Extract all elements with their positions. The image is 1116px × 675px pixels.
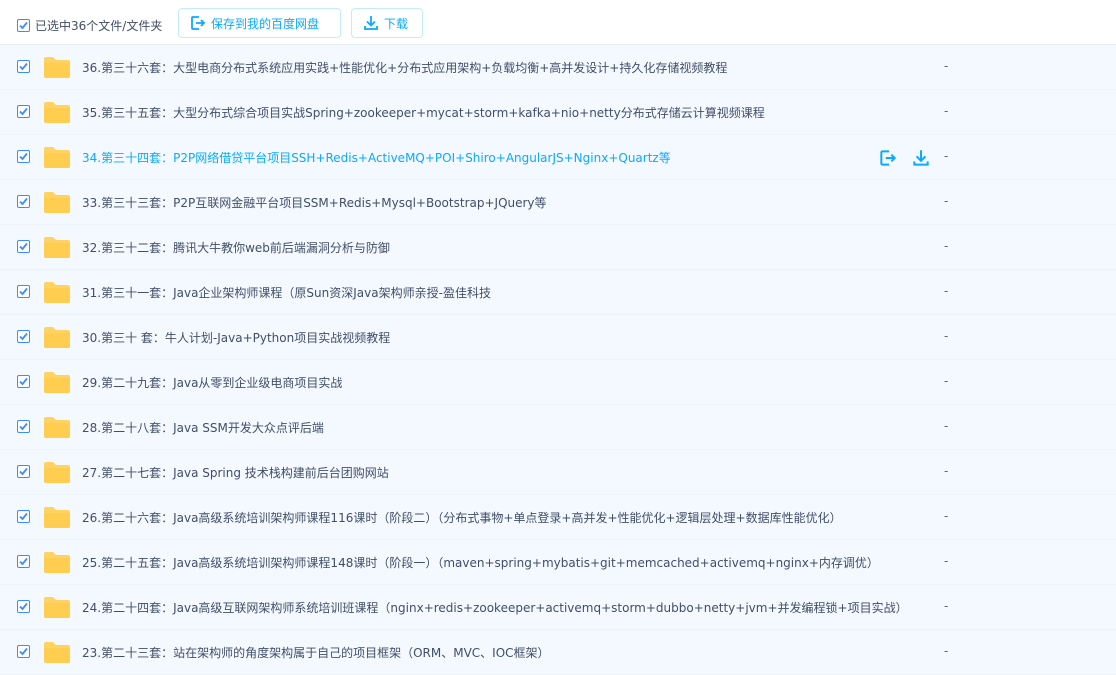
file-size: - — [944, 374, 949, 388]
row-actions — [878, 148, 938, 168]
file-checkbox[interactable] — [17, 330, 30, 343]
file-row[interactable]: 25.第二十五套：Java高级系统培训架构师课程148课时（阶段一）（maven… — [0, 540, 1116, 585]
download-button-label: 下载 — [384, 16, 409, 31]
file-name-link[interactable]: 35.第三十五套：大型分布式综合项目实战Spring+zookeeper+myc… — [82, 104, 765, 121]
file-checkbox[interactable] — [17, 465, 30, 478]
file-name-link[interactable]: 23.第二十三套：站在架构师的角度架构属于自己的项目框架（ORM、MVC、IOC… — [82, 644, 550, 661]
file-checkbox[interactable] — [17, 645, 30, 658]
check-icon — [19, 152, 28, 161]
select-all-checkbox[interactable] — [17, 19, 30, 32]
folder-icon — [44, 102, 70, 123]
folder-icon — [44, 327, 70, 348]
file-row[interactable]: 33.第三十三套：P2P互联网金融平台项目SSM+Redis+Mysql+Boo… — [0, 180, 1116, 225]
folder-icon — [44, 372, 70, 393]
save-to-disk-icon[interactable] — [878, 148, 898, 168]
check-icon — [19, 197, 28, 206]
folder-icon — [44, 57, 70, 78]
file-size: - — [944, 464, 949, 478]
check-icon — [19, 62, 28, 71]
folder-icon — [44, 462, 70, 483]
file-size: - — [944, 509, 949, 523]
save-to-netdisk-button[interactable]: 保存到我的百度网盘 — [178, 8, 341, 38]
file-checkbox[interactable] — [17, 600, 30, 613]
file-row[interactable]: 24.第二十四套：Java高级互联网架构师系统培训班课程（nginx+redis… — [0, 585, 1116, 630]
folder-icon — [44, 237, 70, 258]
folder-icon — [44, 642, 70, 663]
toolbar: 已选中36个文件/文件夹 保存到我的百度网盘 下载 — [0, 0, 1116, 44]
selection-count: 已选中36个文件/文件夹 — [35, 19, 163, 33]
check-icon — [19, 21, 28, 30]
file-row[interactable]: 29.第二十九套：Java从零到企业级电商项目实战 - — [0, 360, 1116, 405]
check-icon — [19, 377, 28, 386]
file-name-link[interactable]: 29.第二十九套：Java从零到企业级电商项目实战 — [82, 374, 342, 391]
file-name-link[interactable]: 32.第三十二套：腾讯大牛教你web前后端漏洞分析与防御 — [82, 239, 390, 256]
file-checkbox[interactable] — [17, 510, 30, 523]
folder-icon — [44, 597, 70, 618]
file-list: 36.第三十六套：大型电商分布式系统应用实践+性能优化+分布式应用架构+负载均衡… — [0, 44, 1116, 675]
folder-icon — [44, 507, 70, 528]
file-size: - — [944, 239, 949, 253]
file-checkbox[interactable] — [17, 150, 30, 163]
file-checkbox[interactable] — [17, 105, 30, 118]
file-name-link[interactable]: 28.第二十八套：Java SSM开发大众点评后端 — [82, 419, 324, 436]
file-checkbox[interactable] — [17, 285, 30, 298]
file-name-link[interactable]: 26.第二十六套：Java高级系统培训架构师课程116课时（阶段二）（分布式事物… — [82, 509, 842, 526]
check-icon — [19, 242, 28, 251]
file-row[interactable]: 35.第三十五套：大型分布式综合项目实战Spring+zookeeper+myc… — [0, 90, 1116, 135]
file-size: - — [944, 284, 949, 298]
file-name-link[interactable]: 30.第三十 套：牛人计划-Java+Python项目实战视频教程 — [82, 329, 390, 346]
folder-icon — [44, 417, 70, 438]
file-checkbox[interactable] — [17, 555, 30, 568]
check-icon — [19, 557, 28, 566]
file-name-link[interactable]: 27.第二十七套：Java Spring 技术栈构建前后台团购网站 — [82, 464, 389, 481]
file-name-link[interactable]: 31.第三十一套：Java企业架构师课程（原Sun资深Java架构师亲授-盈佳科… — [82, 284, 491, 301]
check-icon — [19, 602, 28, 611]
folder-icon — [44, 552, 70, 573]
file-size: - — [944, 419, 949, 433]
file-row[interactable]: 31.第三十一套：Java企业架构师课程（原Sun资深Java架构师亲授-盈佳科… — [0, 270, 1116, 315]
file-size: - — [944, 194, 949, 208]
file-row[interactable]: 27.第二十七套：Java Spring 技术栈构建前后台团购网站 - — [0, 450, 1116, 495]
folder-icon — [44, 192, 70, 213]
file-name-link[interactable]: 33.第三十三套：P2P互联网金融平台项目SSM+Redis+Mysql+Boo… — [82, 194, 547, 211]
file-size: - — [944, 104, 949, 118]
file-checkbox[interactable] — [17, 375, 30, 388]
file-size: - — [944, 644, 949, 658]
file-name-link[interactable]: 36.第三十六套：大型电商分布式系统应用实践+性能优化+分布式应用架构+负载均衡… — [82, 59, 727, 76]
file-row[interactable]: 34.第三十四套：P2P网络借贷平台项目SSH+Redis+ActiveMQ+P… — [0, 135, 1116, 180]
file-size: - — [944, 59, 949, 73]
check-icon — [19, 647, 28, 656]
file-name-link[interactable]: 24.第二十四套：Java高级互联网架构师系统培训班课程（nginx+redis… — [82, 599, 908, 616]
file-size: - — [944, 149, 949, 163]
file-row[interactable]: 28.第二十八套：Java SSM开发大众点评后端 - — [0, 405, 1116, 450]
file-row[interactable]: 30.第三十 套：牛人计划-Java+Python项目实战视频教程 - — [0, 315, 1116, 360]
file-row[interactable]: 23.第二十三套：站在架构师的角度架构属于自己的项目框架（ORM、MVC、IOC… — [0, 630, 1116, 675]
check-icon — [19, 512, 28, 521]
file-checkbox[interactable] — [17, 60, 30, 73]
check-icon — [19, 287, 28, 296]
file-name-link[interactable]: 34.第三十四套：P2P网络借贷平台项目SSH+Redis+ActiveMQ+P… — [82, 149, 671, 166]
file-row[interactable]: 32.第三十二套：腾讯大牛教你web前后端漏洞分析与防御 - — [0, 225, 1116, 270]
folder-icon — [44, 147, 70, 168]
check-icon — [19, 467, 28, 476]
check-icon — [19, 422, 28, 431]
check-icon — [19, 332, 28, 341]
file-checkbox[interactable] — [17, 420, 30, 433]
file-name-link[interactable]: 25.第二十五套：Java高级系统培训架构师课程148课时（阶段一）（maven… — [82, 554, 879, 571]
file-size: - — [944, 599, 949, 613]
save-to-disk-icon — [191, 16, 206, 30]
file-checkbox[interactable] — [17, 195, 30, 208]
download-button[interactable]: 下载 — [351, 8, 423, 38]
file-size: - — [944, 329, 949, 343]
file-checkbox[interactable] — [17, 240, 30, 253]
check-icon — [19, 107, 28, 116]
file-row[interactable]: 36.第三十六套：大型电商分布式系统应用实践+性能优化+分布式应用架构+负载均衡… — [0, 45, 1116, 90]
folder-icon — [44, 282, 70, 303]
download-icon[interactable] — [911, 148, 931, 168]
file-row[interactable]: 26.第二十六套：Java高级系统培训架构师课程116课时（阶段二）（分布式事物… — [0, 495, 1116, 540]
download-icon — [364, 16, 378, 30]
file-size: - — [944, 554, 949, 568]
save-button-label: 保存到我的百度网盘 — [211, 16, 320, 31]
